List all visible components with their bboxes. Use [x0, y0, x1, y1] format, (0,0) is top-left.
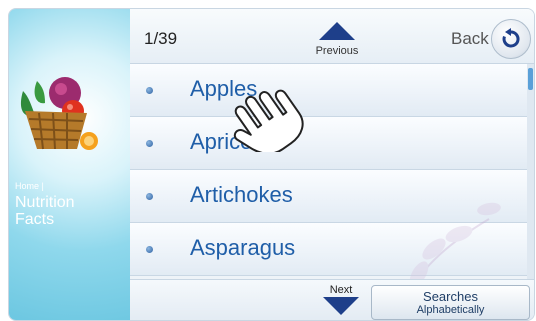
list-item-label: Apples	[190, 76, 258, 101]
bullet-icon	[146, 193, 153, 200]
search-button-line1: Searches	[423, 289, 478, 304]
scrollbar-thumb[interactable]	[528, 68, 533, 90]
triangle-down-icon	[323, 297, 359, 315]
fruit-basket-icon	[20, 77, 98, 150]
previous-button[interactable]: Previous	[308, 21, 366, 61]
breadcrumb[interactable]: Home |	[15, 181, 44, 191]
search-alphabetically-button[interactable]: Searches Alphabetically	[371, 285, 530, 320]
page-counter: 1/39	[144, 29, 178, 48]
search-button-line2: Alphabetically	[416, 304, 485, 316]
bottom-bar: Next Searches Alphabetically	[130, 279, 534, 320]
sidebar: Home | Nutrition Facts	[9, 9, 130, 320]
list-item[interactable]: Apricots	[130, 117, 527, 170]
next-label: Next	[329, 284, 353, 296]
bullet-icon	[146, 246, 153, 253]
refresh-back-icon	[502, 28, 520, 48]
next-button[interactable]: Next	[320, 284, 362, 320]
scrollbar[interactable]	[527, 64, 534, 279]
list-item-label: Apricots	[190, 129, 270, 154]
back-button[interactable]	[491, 19, 531, 59]
previous-label: Previous	[315, 45, 359, 57]
back-label[interactable]: Back	[451, 29, 489, 49]
bullet-icon	[146, 140, 153, 147]
section-title: Nutrition Facts	[15, 194, 75, 228]
list-item-label: Asparagus	[190, 235, 296, 260]
app-window: Home | Nutrition Facts 1/39 Previous Bac…	[8, 8, 535, 321]
top-bar: 1/39 Previous Back	[130, 9, 534, 64]
list-item[interactable]: Apples	[130, 64, 527, 117]
triangle-up-icon	[319, 22, 355, 40]
list-item-label: Artichokes	[190, 182, 293, 207]
bullet-icon	[146, 87, 153, 94]
